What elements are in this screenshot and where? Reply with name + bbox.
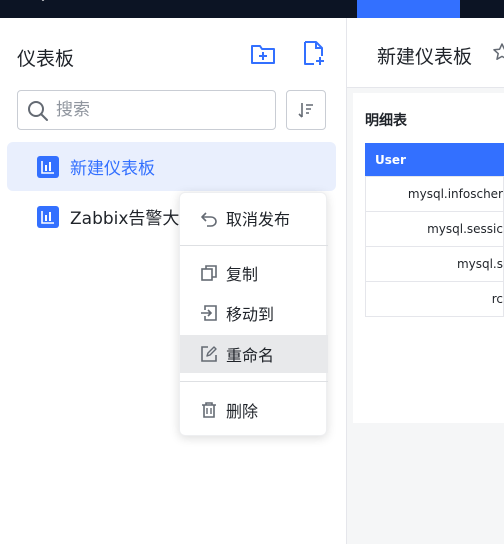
menu-divider <box>180 245 328 246</box>
new-dashboard-button[interactable] <box>301 40 327 66</box>
table-row: rc <box>365 282 504 317</box>
search-box <box>17 90 276 130</box>
logo-icon[interactable] <box>32 0 54 6</box>
menu-item-unpublish[interactable]: 取消发布 <box>180 199 328 237</box>
top-navigation-bar <box>0 0 504 18</box>
new-folder-button[interactable] <box>250 41 276 67</box>
table-column-header[interactable]: User <box>365 143 504 177</box>
tree-item-label: 新建仪表板 <box>70 159 155 179</box>
table-row: mysql.infoscher <box>365 177 504 212</box>
page-title: 新建仪表板 <box>377 46 473 68</box>
menu-item-label: 删除 <box>226 402 259 421</box>
trash-icon <box>202 402 216 418</box>
sort-icon <box>298 103 313 118</box>
file-add-icon <box>304 41 324 65</box>
main-area: 新建仪表板 明细表 User mysql.infoscher mysql.ses… <box>347 18 504 544</box>
menu-item-label: 取消发布 <box>226 210 291 229</box>
dashboard-icon <box>37 205 59 228</box>
detail-table: User mysql.infoscher mysql.sessic mysql.… <box>365 143 504 317</box>
context-menu: 取消发布 复制 移动到 重命名 删除 <box>179 192 328 436</box>
menu-item-label: 重命名 <box>226 346 275 365</box>
menu-item-label: 复制 <box>226 265 259 284</box>
star-icon[interactable] <box>492 42 504 62</box>
search-input[interactable] <box>56 97 266 123</box>
menu-item-label: 移动到 <box>226 305 275 324</box>
table-row: mysql.sessic <box>365 212 504 247</box>
sidebar-title: 仪表板 <box>17 48 75 70</box>
table-row: mysql.s <box>365 247 504 282</box>
menu-item-rename[interactable]: 重命名 <box>180 335 328 373</box>
undo-icon <box>201 212 217 227</box>
move-icon <box>201 305 217 321</box>
copy-icon <box>201 265 217 281</box>
menu-divider <box>180 381 328 382</box>
menu-item-delete[interactable]: 删除 <box>180 391 328 429</box>
dashboard-icon <box>37 155 59 178</box>
tree-item-new-dashboard[interactable]: 新建仪表板 <box>7 142 336 191</box>
search-icon <box>28 101 48 121</box>
menu-item-copy[interactable]: 复制 <box>180 254 328 292</box>
panel-title: 明细表 <box>365 113 407 129</box>
folder-add-icon <box>251 45 275 64</box>
sort-button[interactable] <box>286 90 326 130</box>
menu-item-move-to[interactable]: 移动到 <box>180 294 328 332</box>
detail-table-panel: 明细表 User mysql.infoscher mysql.sessic my… <box>353 93 504 423</box>
active-nav-tab[interactable] <box>357 0 460 18</box>
rename-icon <box>201 346 217 362</box>
main-header: 新建仪表板 <box>347 18 504 88</box>
tree-item-label: Zabbix告警大 <box>70 209 180 229</box>
